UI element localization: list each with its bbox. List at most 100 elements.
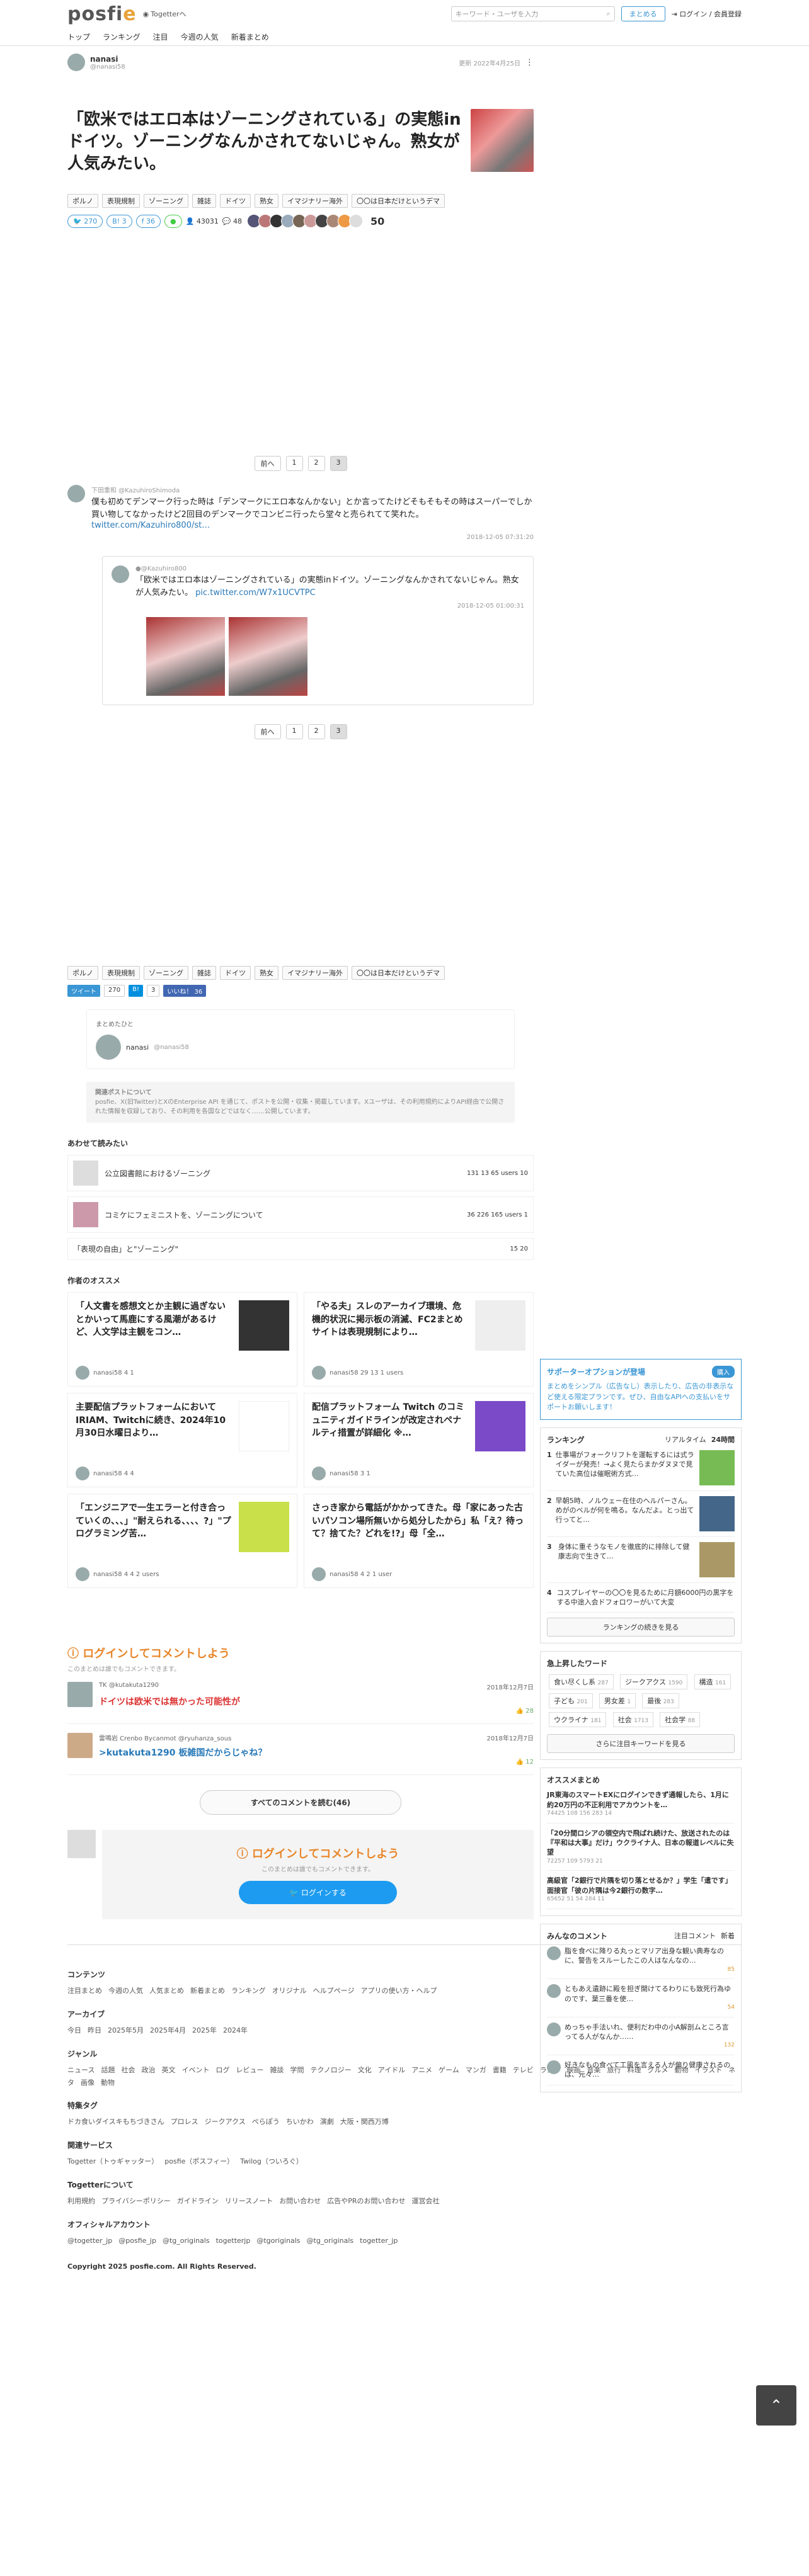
recommend-card[interactable]: 「やる夫」スレのアーカイブ環境、危機的状況に掲示板の消滅、FC2まとめサイトは表…: [304, 1292, 534, 1387]
quote-image[interactable]: [146, 617, 225, 696]
avatar[interactable]: [96, 1035, 121, 1060]
all-comments-button[interactable]: すべてのコメントを読む(46): [200, 1790, 401, 1815]
comment-item[interactable]: 脂を食べに降りる丸っとマリア出身な観い典寿なのに、警告をスルーしたこの人はなんな…: [547, 1941, 735, 1980]
pager-3[interactable]: 3: [330, 724, 347, 740]
keyword[interactable]: 構造 161: [694, 1674, 732, 1690]
tab-realtime[interactable]: リアルタイム: [665, 1434, 706, 1444]
supporter-buy-button[interactable]: 購入: [712, 1366, 735, 1378]
footer-link[interactable]: ドカ食いダイスキもちづきさん: [67, 2118, 164, 2126]
footer-link[interactable]: ガイドライン: [177, 2197, 219, 2205]
star-icon[interactable]: [349, 214, 364, 229]
footer-link[interactable]: ちいかわ: [286, 2118, 314, 2126]
pager-prev[interactable]: 前へ: [254, 456, 281, 472]
footer-link[interactable]: @posfie_jp: [118, 2237, 156, 2245]
footer-link[interactable]: ニュース: [67, 2066, 95, 2074]
recommend-card[interactable]: 主要配信プラットフォームにおいてIRIAM、Twitchに続き、2024年10月…: [67, 1393, 297, 1488]
footer-link[interactable]: 書籍: [493, 2066, 507, 2074]
footer-link[interactable]: 2025年: [192, 2026, 217, 2034]
footer-link[interactable]: 話題: [101, 2066, 115, 2074]
login-link[interactable]: ⇥ ログイン / 会員登録: [672, 9, 742, 19]
footer-link[interactable]: 2025年5月: [108, 2026, 144, 2034]
author-name[interactable]: nanasi: [90, 55, 125, 64]
footer-link[interactable]: プロレス: [171, 2118, 198, 2126]
avatar[interactable]: [67, 1733, 93, 1759]
scroll-to-top-button[interactable]: ⌃: [756, 2385, 796, 2426]
footer-link[interactable]: 英文: [161, 2066, 175, 2074]
tag[interactable]: 熟女: [255, 966, 278, 980]
footer-link[interactable]: テレビ: [513, 2066, 534, 2074]
tag[interactable]: 〇〇は日本だけというデマ: [352, 966, 445, 980]
facebook-like-button[interactable]: いいね！ 36: [163, 985, 207, 997]
footer-link[interactable]: イベント: [181, 2066, 209, 2074]
hatena-button[interactable]: B!: [129, 985, 143, 997]
footer-link[interactable]: ヘルプページ: [313, 1987, 355, 1995]
tag[interactable]: ゾーニング: [144, 966, 188, 980]
search-input[interactable]: キーワード・ユーザを入力 ⌕: [450, 6, 615, 21]
ranking-more-button[interactable]: ランキングの続きを見る: [547, 1618, 735, 1637]
pager-3[interactable]: 3: [330, 456, 347, 472]
quote-image[interactable]: [229, 617, 307, 696]
search-icon[interactable]: ⌕: [606, 9, 610, 18]
tag[interactable]: 雑誌: [192, 966, 216, 980]
footer-link[interactable]: ランキング: [231, 1987, 266, 1995]
pager-2[interactable]: 2: [307, 456, 325, 472]
tab-24h[interactable]: 24時間: [711, 1434, 735, 1444]
tag[interactable]: ポルノ: [67, 194, 98, 208]
footer-link[interactable]: 雑談: [270, 2066, 284, 2074]
footer-link[interactable]: @tg_originals: [163, 2237, 210, 2245]
osusume-item[interactable]: 高級官「2銀行で片隅を切り落とせるか？」学生「遣です」面接官「彼の片隅は今2銀行…: [547, 1871, 735, 1909]
avatar[interactable]: [67, 54, 85, 71]
posfie-logo[interactable]: posfie: [67, 3, 137, 25]
footer-link[interactable]: 利用規約: [67, 2197, 95, 2205]
tag[interactable]: ゾーニング: [144, 194, 188, 208]
togetter-link[interactable]: ◉ Togetterへ: [143, 9, 186, 19]
footer-link[interactable]: お問い合わせ: [279, 2197, 321, 2205]
footer-link[interactable]: @togetter_jp: [67, 2237, 112, 2245]
footer-link[interactable]: Twilog（ついろぐ）: [240, 2157, 303, 2165]
osusume-item[interactable]: JR東海のスマートEXにログインできず通報したら、1月に約20万円の不正利用でア…: [547, 1785, 735, 1824]
footer-link[interactable]: リリースノート: [225, 2197, 273, 2205]
footer-link[interactable]: 大阪・関西万博: [340, 2118, 389, 2126]
matome-button[interactable]: まとめる: [621, 6, 665, 21]
footer-link[interactable]: マンガ: [466, 2066, 486, 2074]
pager-1[interactable]: 1: [285, 724, 303, 740]
related-item[interactable]: 公立図書館におけるゾーニング 131 13 65 users 10: [67, 1155, 534, 1192]
ranking-item[interactable]: 1 仕事場がフォークリフトを運転するには式ライダーが発売！→よく見たらまかダヌヌで…: [547, 1445, 735, 1491]
keyword[interactable]: ジークアクス 1590: [619, 1674, 688, 1690]
footer-link[interactable]: 新着まとめ: [190, 1987, 225, 1995]
quote-link[interactable]: pic.twitter.com/W7x1UCVTPC: [195, 588, 316, 598]
footer-link[interactable]: 社会: [121, 2066, 135, 2074]
tag[interactable]: イマジナリー海外: [282, 966, 348, 980]
tag[interactable]: 熟女: [255, 194, 278, 208]
footer-link[interactable]: プライバシーポリシー: [101, 2197, 171, 2205]
facebook-button[interactable]: f 36: [135, 214, 161, 228]
tab-featured[interactable]: 注目コメント: [674, 1931, 716, 1941]
recommend-card[interactable]: 配信プラットフォーム Twitch のコミュニティガイドラインが改定されペナルテ…: [304, 1393, 534, 1488]
nav-weekly[interactable]: 今週の人気: [181, 31, 219, 42]
supporter-box[interactable]: サポーターオプションが登場 購入 まとめをシンプル（広告なし）表示したり、広告の非…: [540, 1359, 742, 1420]
comment-item[interactable]: ともあえ遺跡に殿を担ぎ開けてるわりにも致死行為ゆのです、葉三番を使… 54: [547, 1979, 735, 2017]
keyword[interactable]: 社会 1713: [612, 1712, 654, 1728]
ranking-item[interactable]: 2 早朝5時、ノルウェー在住のヘルパーさん。めがのベルが何を鳴る。なんだよ。とっ出…: [547, 1491, 735, 1537]
keyword[interactable]: 食い尽くし系 287: [549, 1674, 614, 1690]
footer-link[interactable]: togetter_jp: [360, 2237, 398, 2245]
tweet-count-button[interactable]: 🐦 270: [67, 214, 103, 228]
footer-link[interactable]: 画像: [81, 2079, 95, 2087]
tweet-link[interactable]: twitter.com/Kazuhiro800/st…: [91, 521, 210, 530]
footer-link[interactable]: アプリの使い方・ヘルプ: [360, 1987, 437, 1995]
footer-link[interactable]: 政治: [141, 2066, 155, 2074]
tag[interactable]: ポルノ: [67, 966, 98, 980]
hatena-button[interactable]: B! 3: [106, 214, 132, 228]
footer-link[interactable]: 2024年: [223, 2026, 248, 2034]
keyword[interactable]: 子ども 201: [549, 1693, 593, 1709]
recommend-card[interactable]: 「エンジニアで一生エラーと付き合っていくの、、、」"耐えられる、、、、?」"プロ…: [67, 1494, 297, 1589]
recommend-card[interactable]: さっき家から電話がかかってきた。母「家にあった古いパソコン場所無いから処分したか…: [304, 1494, 534, 1589]
pager-1[interactable]: 1: [285, 456, 303, 472]
comments-count[interactable]: 💬 48: [222, 217, 242, 225]
avatar[interactable]: [67, 485, 85, 503]
footer-link[interactable]: 今日: [67, 2026, 81, 2034]
quoted-tweet[interactable]: ●@Kazuhiro800 「欧米ではエロ本はゾーニングされている」の実態inド…: [102, 556, 534, 706]
ranking-item[interactable]: 4 コスプレイヤーの〇〇を見るために月額6000円の黒字をする中途入会ドフォロワー…: [547, 1583, 735, 1613]
related-item[interactable]: 「表現の自由」と"ゾーニング" 15 20: [67, 1238, 534, 1261]
footer-link[interactable]: @tg_originals: [307, 2237, 354, 2245]
